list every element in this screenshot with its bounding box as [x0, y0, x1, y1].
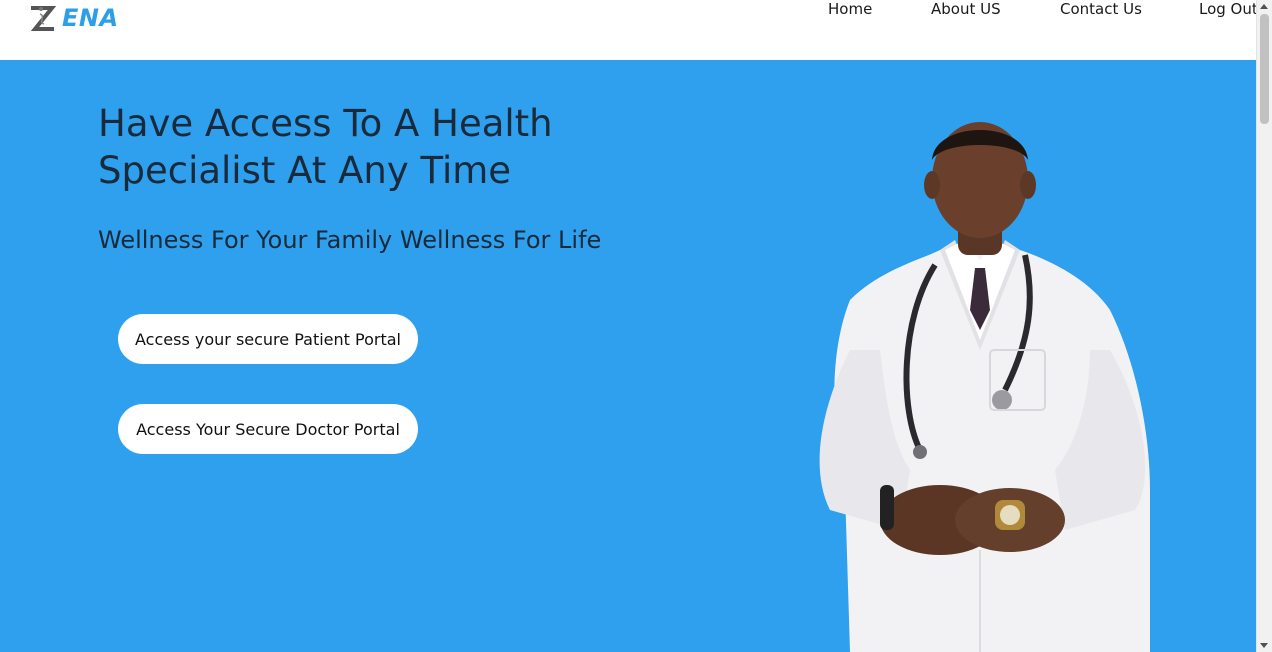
- hero-section: Have Access To A Health Specialist At An…: [0, 60, 1257, 652]
- top-navbar: ENA Home About US Contact Us Log Out: [0, 0, 1258, 60]
- nav-contact-us[interactable]: Contact Us: [1060, 0, 1142, 19]
- scroll-thumb[interactable]: [1260, 14, 1269, 124]
- scroll-down-arrow-icon[interactable]: [1260, 643, 1268, 648]
- hero-headline: Have Access To A Health Specialist At An…: [98, 102, 553, 192]
- nav-log-out[interactable]: Log Out: [1199, 0, 1258, 19]
- doctor-portal-button[interactable]: Access Your Secure Doctor Portal: [118, 404, 418, 454]
- nav-home[interactable]: Home: [828, 0, 872, 19]
- scroll-up-arrow-icon[interactable]: [1260, 4, 1268, 9]
- patient-portal-button[interactable]: Access your secure Patient Portal: [118, 314, 418, 364]
- doctor-image: [819, 122, 1150, 652]
- nav-about-us[interactable]: About US: [931, 0, 1001, 19]
- page-scrollbar[interactable]: [1256, 0, 1272, 652]
- hero-subheadline: Wellness For Your Family Wellness For Li…: [98, 226, 602, 254]
- main-nav: Home About US Contact Us Log Out: [0, 0, 1258, 20]
